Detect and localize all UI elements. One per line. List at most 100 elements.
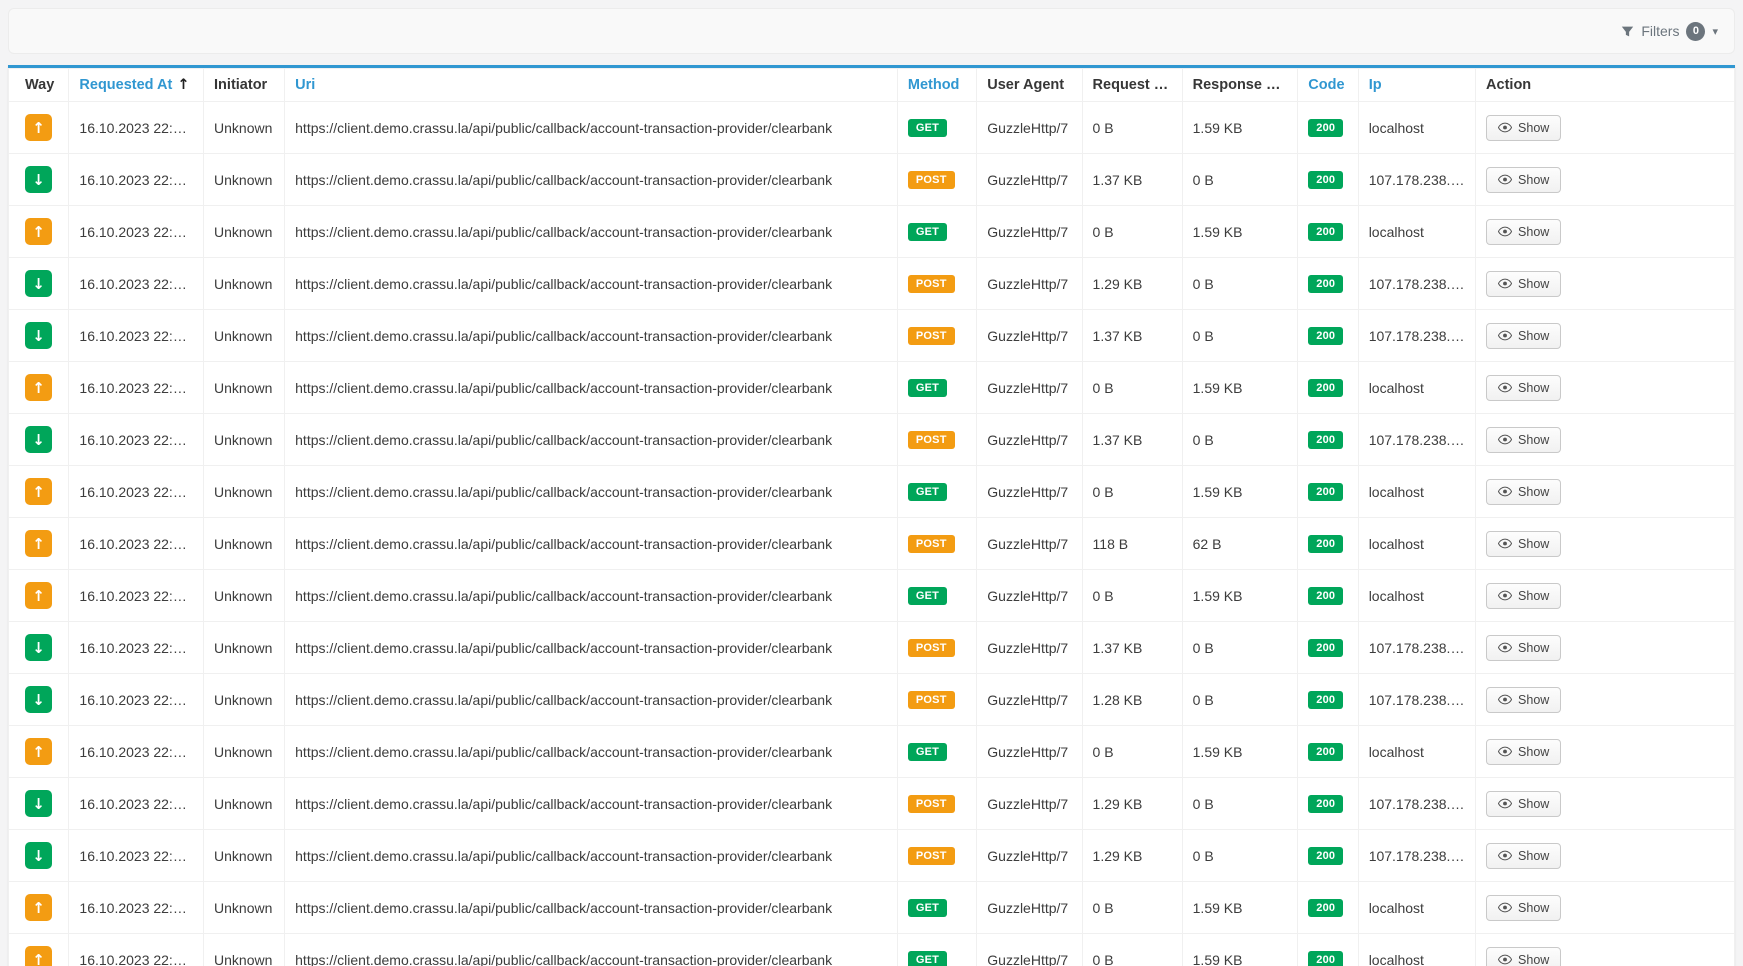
user-agent-cell: GuzzleHttp/7 [977, 726, 1082, 778]
way-arrow-icon: ↓ [32, 639, 45, 657]
code-badge: 200 [1308, 431, 1343, 449]
action-cell: Show [1476, 102, 1735, 154]
initiator-cell: Unknown [204, 206, 285, 258]
requested-at-cell: 16.10.2023 22:38:14 [69, 570, 204, 622]
show-button[interactable]: Show [1486, 219, 1561, 245]
request-size-cell: 1.29 KB [1082, 258, 1182, 310]
request-size-cell: 0 B [1082, 362, 1182, 414]
user-agent-cell: GuzzleHttp/7 [977, 258, 1082, 310]
filters-button[interactable]: Filters 0 ▾ [1621, 22, 1718, 41]
page: Filters 0 ▾ WayRequested At↑InitiatorUri… [0, 0, 1743, 966]
show-button[interactable]: Show [1486, 531, 1561, 557]
method-cell: GET [897, 570, 976, 622]
code-cell: 200 [1298, 414, 1358, 466]
show-button[interactable]: Show [1486, 687, 1561, 713]
method-badge: GET [908, 483, 947, 501]
show-button[interactable]: Show [1486, 323, 1561, 349]
user-agent-cell: GuzzleHttp/7 [977, 830, 1082, 882]
uri-cell: https://client.demo.crassu.la/api/public… [285, 882, 898, 934]
column-header-uri[interactable]: Uri [285, 69, 898, 102]
show-button[interactable]: Show [1486, 635, 1561, 661]
column-header-requested_at[interactable]: Requested At↑ [69, 69, 204, 102]
uri-cell: https://client.demo.crassu.la/api/public… [285, 518, 898, 570]
uri-cell: https://client.demo.crassu.la/api/public… [285, 258, 898, 310]
show-button[interactable]: Show [1486, 583, 1561, 609]
column-header-label: Uri [295, 77, 315, 93]
show-button[interactable]: Show [1486, 375, 1561, 401]
show-button-label: Show [1518, 277, 1549, 291]
show-button[interactable]: Show [1486, 427, 1561, 453]
show-button[interactable]: Show [1486, 843, 1561, 869]
filter-count-badge: 0 [1686, 22, 1705, 41]
method-cell: GET [897, 466, 976, 518]
column-header-code[interactable]: Code [1298, 69, 1358, 102]
show-button[interactable]: Show [1486, 791, 1561, 817]
response-size-cell: 1.59 KB [1182, 102, 1298, 154]
code-badge: 200 [1308, 327, 1343, 345]
column-header-method[interactable]: Method [897, 69, 976, 102]
show-button[interactable]: Show [1486, 739, 1561, 765]
code-badge: 200 [1308, 795, 1343, 813]
request-size-cell: 0 B [1082, 934, 1182, 966]
initiator-cell: Unknown [204, 362, 285, 414]
column-header-action: Action [1476, 69, 1735, 102]
requested-at-cell: 16.10.2023 22:34:38 [69, 830, 204, 882]
action-cell: Show [1476, 154, 1735, 206]
method-cell: GET [897, 882, 976, 934]
eye-icon [1498, 746, 1512, 757]
method-badge: GET [908, 899, 947, 917]
code-cell: 200 [1298, 570, 1358, 622]
user-agent-cell: GuzzleHttp/7 [977, 102, 1082, 154]
eye-icon [1498, 902, 1512, 913]
initiator-cell: Unknown [204, 570, 285, 622]
requested-at-cell: 16.10.2023 22:32:11 [69, 934, 204, 966]
code-cell: 200 [1298, 310, 1358, 362]
action-cell: Show [1476, 414, 1735, 466]
show-button[interactable]: Show [1486, 115, 1561, 141]
way-badge: ↓ [25, 842, 52, 869]
ip-cell: 107.178.238.113 [1358, 674, 1475, 726]
show-button[interactable]: Show [1486, 895, 1561, 921]
user-agent-cell: GuzzleHttp/7 [977, 154, 1082, 206]
code-cell: 200 [1298, 934, 1358, 966]
user-agent-cell: GuzzleHttp/7 [977, 570, 1082, 622]
eye-icon [1498, 174, 1512, 185]
way-arrow-icon: ↑ [32, 587, 45, 605]
request-size-cell: 1.28 KB [1082, 674, 1182, 726]
ip-cell: localhost [1358, 570, 1475, 622]
way-badge: ↑ [25, 374, 52, 401]
show-button-label: Show [1518, 225, 1549, 239]
column-header-label: Code [1308, 77, 1344, 93]
ip-cell: 107.178.238.113 [1358, 830, 1475, 882]
code-cell: 200 [1298, 518, 1358, 570]
initiator-cell: Unknown [204, 622, 285, 674]
show-button[interactable]: Show [1486, 271, 1561, 297]
column-header-label: Method [908, 77, 960, 93]
method-badge: GET [908, 379, 947, 397]
way-badge: ↓ [25, 790, 52, 817]
method-cell: GET [897, 934, 976, 966]
way-badge: ↑ [25, 530, 52, 557]
initiator-cell: Unknown [204, 310, 285, 362]
response-size-cell: 0 B [1182, 310, 1298, 362]
method-badge: GET [908, 743, 947, 761]
response-size-cell: 0 B [1182, 258, 1298, 310]
column-header-label: Request Size [1093, 77, 1183, 93]
requested-at-cell: 16.10.2023 22:46:04 [69, 154, 204, 206]
column-header-ip[interactable]: Ip [1358, 69, 1475, 102]
initiator-cell: Unknown [204, 674, 285, 726]
user-agent-cell: GuzzleHttp/7 [977, 518, 1082, 570]
eye-icon [1498, 590, 1512, 601]
show-button[interactable]: Show [1486, 479, 1561, 505]
response-size-cell: 0 B [1182, 622, 1298, 674]
action-cell: Show [1476, 830, 1735, 882]
ip-cell: localhost [1358, 362, 1475, 414]
way-cell: ↓ [9, 778, 69, 830]
way-arrow-icon: ↓ [32, 171, 45, 189]
way-badge: ↑ [25, 894, 52, 921]
show-button[interactable]: Show [1486, 947, 1561, 966]
user-agent-cell: GuzzleHttp/7 [977, 882, 1082, 934]
way-badge: ↓ [25, 166, 52, 193]
show-button[interactable]: Show [1486, 167, 1561, 193]
way-badge: ↓ [25, 426, 52, 453]
